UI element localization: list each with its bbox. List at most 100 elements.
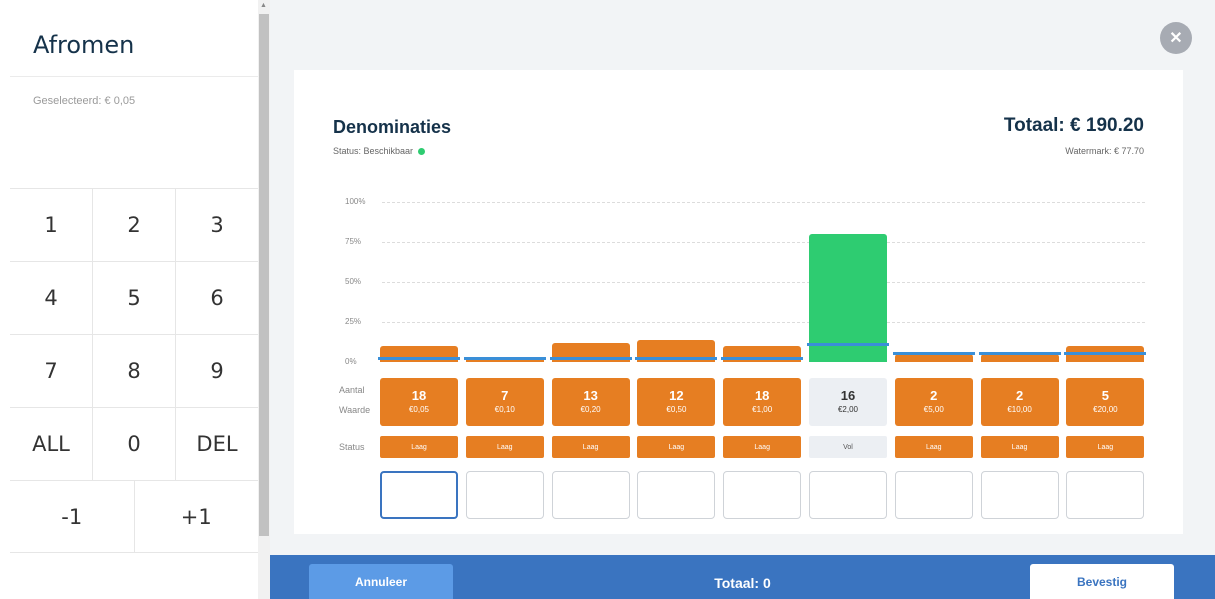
amount-input[interactable] <box>637 471 716 519</box>
key-button[interactable]: 8 <box>93 335 176 407</box>
key-button[interactable]: 7 <box>10 335 93 407</box>
status-badge: Laag <box>465 436 544 458</box>
keypad: 1 2 3 4 5 6 7 8 9 ALL 0 DEL -1 +1 <box>10 188 258 553</box>
denominations-card: Denominaties Status: Beschikbaar Totaal:… <box>294 70 1183 534</box>
key-button[interactable]: 2 <box>93 189 176 261</box>
key-button[interactable]: 9 <box>176 335 258 407</box>
keypad-row: 456 <box>10 261 258 334</box>
gridline <box>382 282 1145 283</box>
scrollbar[interactable]: ▲ <box>258 0 270 599</box>
left-panel: Afromen Geselecteerd: € 0,05 1 2 3 4 5 6 7 8 9 AL… <box>0 0 258 599</box>
denomination-value: €0,10 <box>494 405 515 414</box>
y-tick-label: 100% <box>345 197 366 206</box>
divider <box>10 76 258 77</box>
status-badge: Laag <box>637 436 716 458</box>
status-badge: Laag <box>894 436 973 458</box>
key-button[interactable]: ALL <box>10 408 93 480</box>
keypad-row: ALL 0 DEL <box>10 407 258 480</box>
keypad-row: 789 <box>10 334 258 407</box>
denomination-value: €5,00 <box>923 405 944 414</box>
gridline <box>382 202 1145 203</box>
watermark-line <box>549 357 632 361</box>
count-value: 18 <box>754 388 770 403</box>
denomination-cell: 18 €1,00 <box>723 378 802 426</box>
denomination-cell: 7 €0,10 <box>465 378 544 426</box>
count-value: 5 <box>1101 388 1109 403</box>
count-value: 7 <box>501 388 509 403</box>
denomination-value: €1,00 <box>752 405 773 414</box>
amount-input[interactable] <box>380 471 458 519</box>
key-button[interactable]: -1 <box>10 481 135 552</box>
row-label-waarde: Waarde <box>339 405 371 415</box>
row-label-aantal: Aantal <box>339 385 365 395</box>
key-button[interactable]: +1 <box>135 481 259 552</box>
keypad-row: 123 <box>10 188 258 261</box>
amount-input[interactable] <box>551 471 630 519</box>
panel-title: Afromen <box>33 31 135 59</box>
count-value: 2 <box>930 388 938 403</box>
status-badge: Laag <box>1066 436 1145 458</box>
y-tick-label: 0% <box>345 357 357 366</box>
denomination-cell: 13 €0,20 <box>551 378 630 426</box>
denomination-cell: 12 €0,50 <box>637 378 716 426</box>
denomination-value: €20,00 <box>1093 405 1118 414</box>
denomination-value: €0,50 <box>666 405 687 414</box>
status-badge: Laag <box>723 436 802 458</box>
close-icon: ✕ <box>1169 30 1183 47</box>
key-button[interactable]: 4 <box>10 262 93 334</box>
watermark-line <box>635 357 718 361</box>
key-button[interactable]: 1 <box>10 189 93 261</box>
y-tick-label: 25% <box>345 317 362 326</box>
watermark-line <box>721 357 804 361</box>
key-button[interactable]: 5 <box>93 262 176 334</box>
amount-input[interactable] <box>1066 471 1145 519</box>
key-button[interactable]: 3 <box>176 189 258 261</box>
amount-input[interactable] <box>465 471 544 519</box>
amount-input[interactable] <box>980 471 1059 519</box>
denomination-value: €0,20 <box>580 405 601 414</box>
watermark-line <box>892 352 975 356</box>
watermark-line <box>378 357 460 361</box>
key-button[interactable]: DEL <box>176 408 258 480</box>
count-value: 16 <box>840 388 856 403</box>
gridline <box>382 322 1145 323</box>
amount-input[interactable] <box>723 471 802 519</box>
gridline <box>382 242 1145 243</box>
watermark-line <box>463 357 546 361</box>
count-value: 2 <box>1015 388 1024 403</box>
denomination-value: €0,05 <box>408 405 430 414</box>
denomination-cell: 2 €10,00 <box>980 378 1059 426</box>
watermark-line <box>978 352 1061 356</box>
amount-input[interactable] <box>809 471 887 519</box>
row-label-status: Status <box>339 442 365 452</box>
y-tick-label: 75% <box>345 237 362 246</box>
y-tick-label: 50% <box>345 277 362 286</box>
denomination-value: €2,00 <box>837 405 859 414</box>
denomination-cell: 2 €5,00 <box>894 378 973 426</box>
key-button[interactable]: 6 <box>176 262 258 334</box>
close-button[interactable]: ✕ <box>1160 22 1192 54</box>
status-badge: Laag <box>380 436 458 458</box>
count-value: 12 <box>669 388 684 403</box>
scrollbar-thumb[interactable] <box>259 14 269 536</box>
main-area: ✕ Denominaties Status: Beschikbaar Totaa… <box>270 0 1215 555</box>
keypad-row: -1 +1 <box>10 480 258 553</box>
denomination-cell: 16 €2,00 <box>809 378 887 426</box>
watermark-line <box>1064 352 1147 356</box>
denomination-cell: 18 €0,05 <box>380 378 458 426</box>
count-value: 18 <box>411 388 427 403</box>
key-button[interactable]: 0 <box>93 408 176 480</box>
watermark-line <box>807 342 889 346</box>
status-badge: Vol <box>809 436 887 458</box>
confirm-button[interactable]: Bevestig <box>1030 564 1174 599</box>
amount-input[interactable] <box>894 471 973 519</box>
footer-bar: Annuleer Totaal: 0 Bevestig <box>270 555 1215 599</box>
count-value: 13 <box>583 388 598 403</box>
selected-denomination: Geselecteerd: € 0,05 <box>33 95 136 107</box>
scroll-up-icon[interactable]: ▲ <box>260 2 267 9</box>
status-badge: Laag <box>980 436 1059 458</box>
status-badge: Laag <box>551 436 630 458</box>
denomination-cell: 5 €20,00 <box>1066 378 1145 426</box>
denomination-value: €10,00 <box>1007 405 1032 414</box>
denomination-chart: 100% 75% 50% 25% 0% Aantal Waarde Status 18 €0,05… <box>294 70 1183 534</box>
